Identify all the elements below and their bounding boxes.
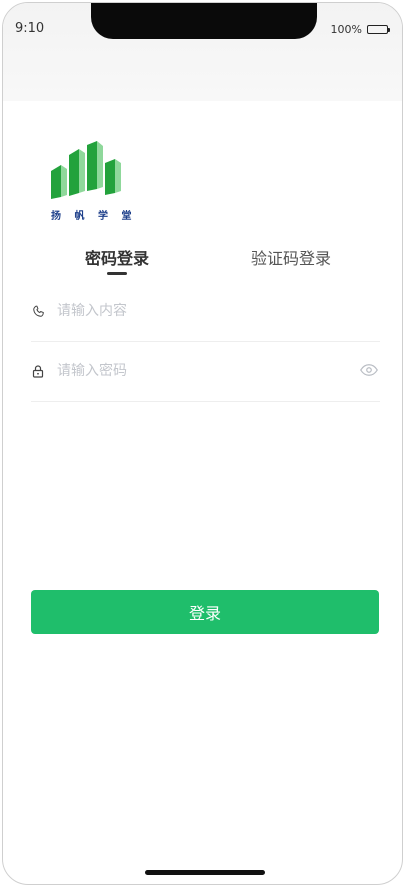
tab-code-login[interactable]: 验证码登录 — [251, 245, 331, 269]
lock-icon — [31, 364, 45, 378]
active-tab-indicator — [107, 272, 127, 275]
eye-icon[interactable] — [360, 363, 378, 377]
phone-icon — [31, 304, 45, 318]
phone-field — [31, 281, 380, 342]
password-input[interactable] — [55, 362, 319, 380]
battery-percent: 100% — [330, 23, 362, 36]
password-field — [31, 341, 380, 402]
notch — [91, 3, 317, 39]
status-bar: 9:10 100% — [3, 3, 402, 101]
login-tabs: 密码登录 验证码登录 — [3, 245, 402, 275]
phone-frame: 9:10 100% 扬 帆 学 堂 密码登录 验证码登录 登录 — [2, 2, 403, 885]
battery-icon — [367, 25, 390, 34]
status-time: 9:10 — [15, 21, 45, 36]
brand-logo-text: 扬 帆 学 堂 — [51, 211, 137, 222]
login-button[interactable]: 登录 — [31, 590, 379, 634]
tab-password-login[interactable]: 密码登录 — [85, 245, 149, 269]
battery-indicator: 100% — [330, 23, 390, 36]
home-indicator — [145, 870, 265, 875]
phone-input[interactable] — [55, 302, 319, 320]
